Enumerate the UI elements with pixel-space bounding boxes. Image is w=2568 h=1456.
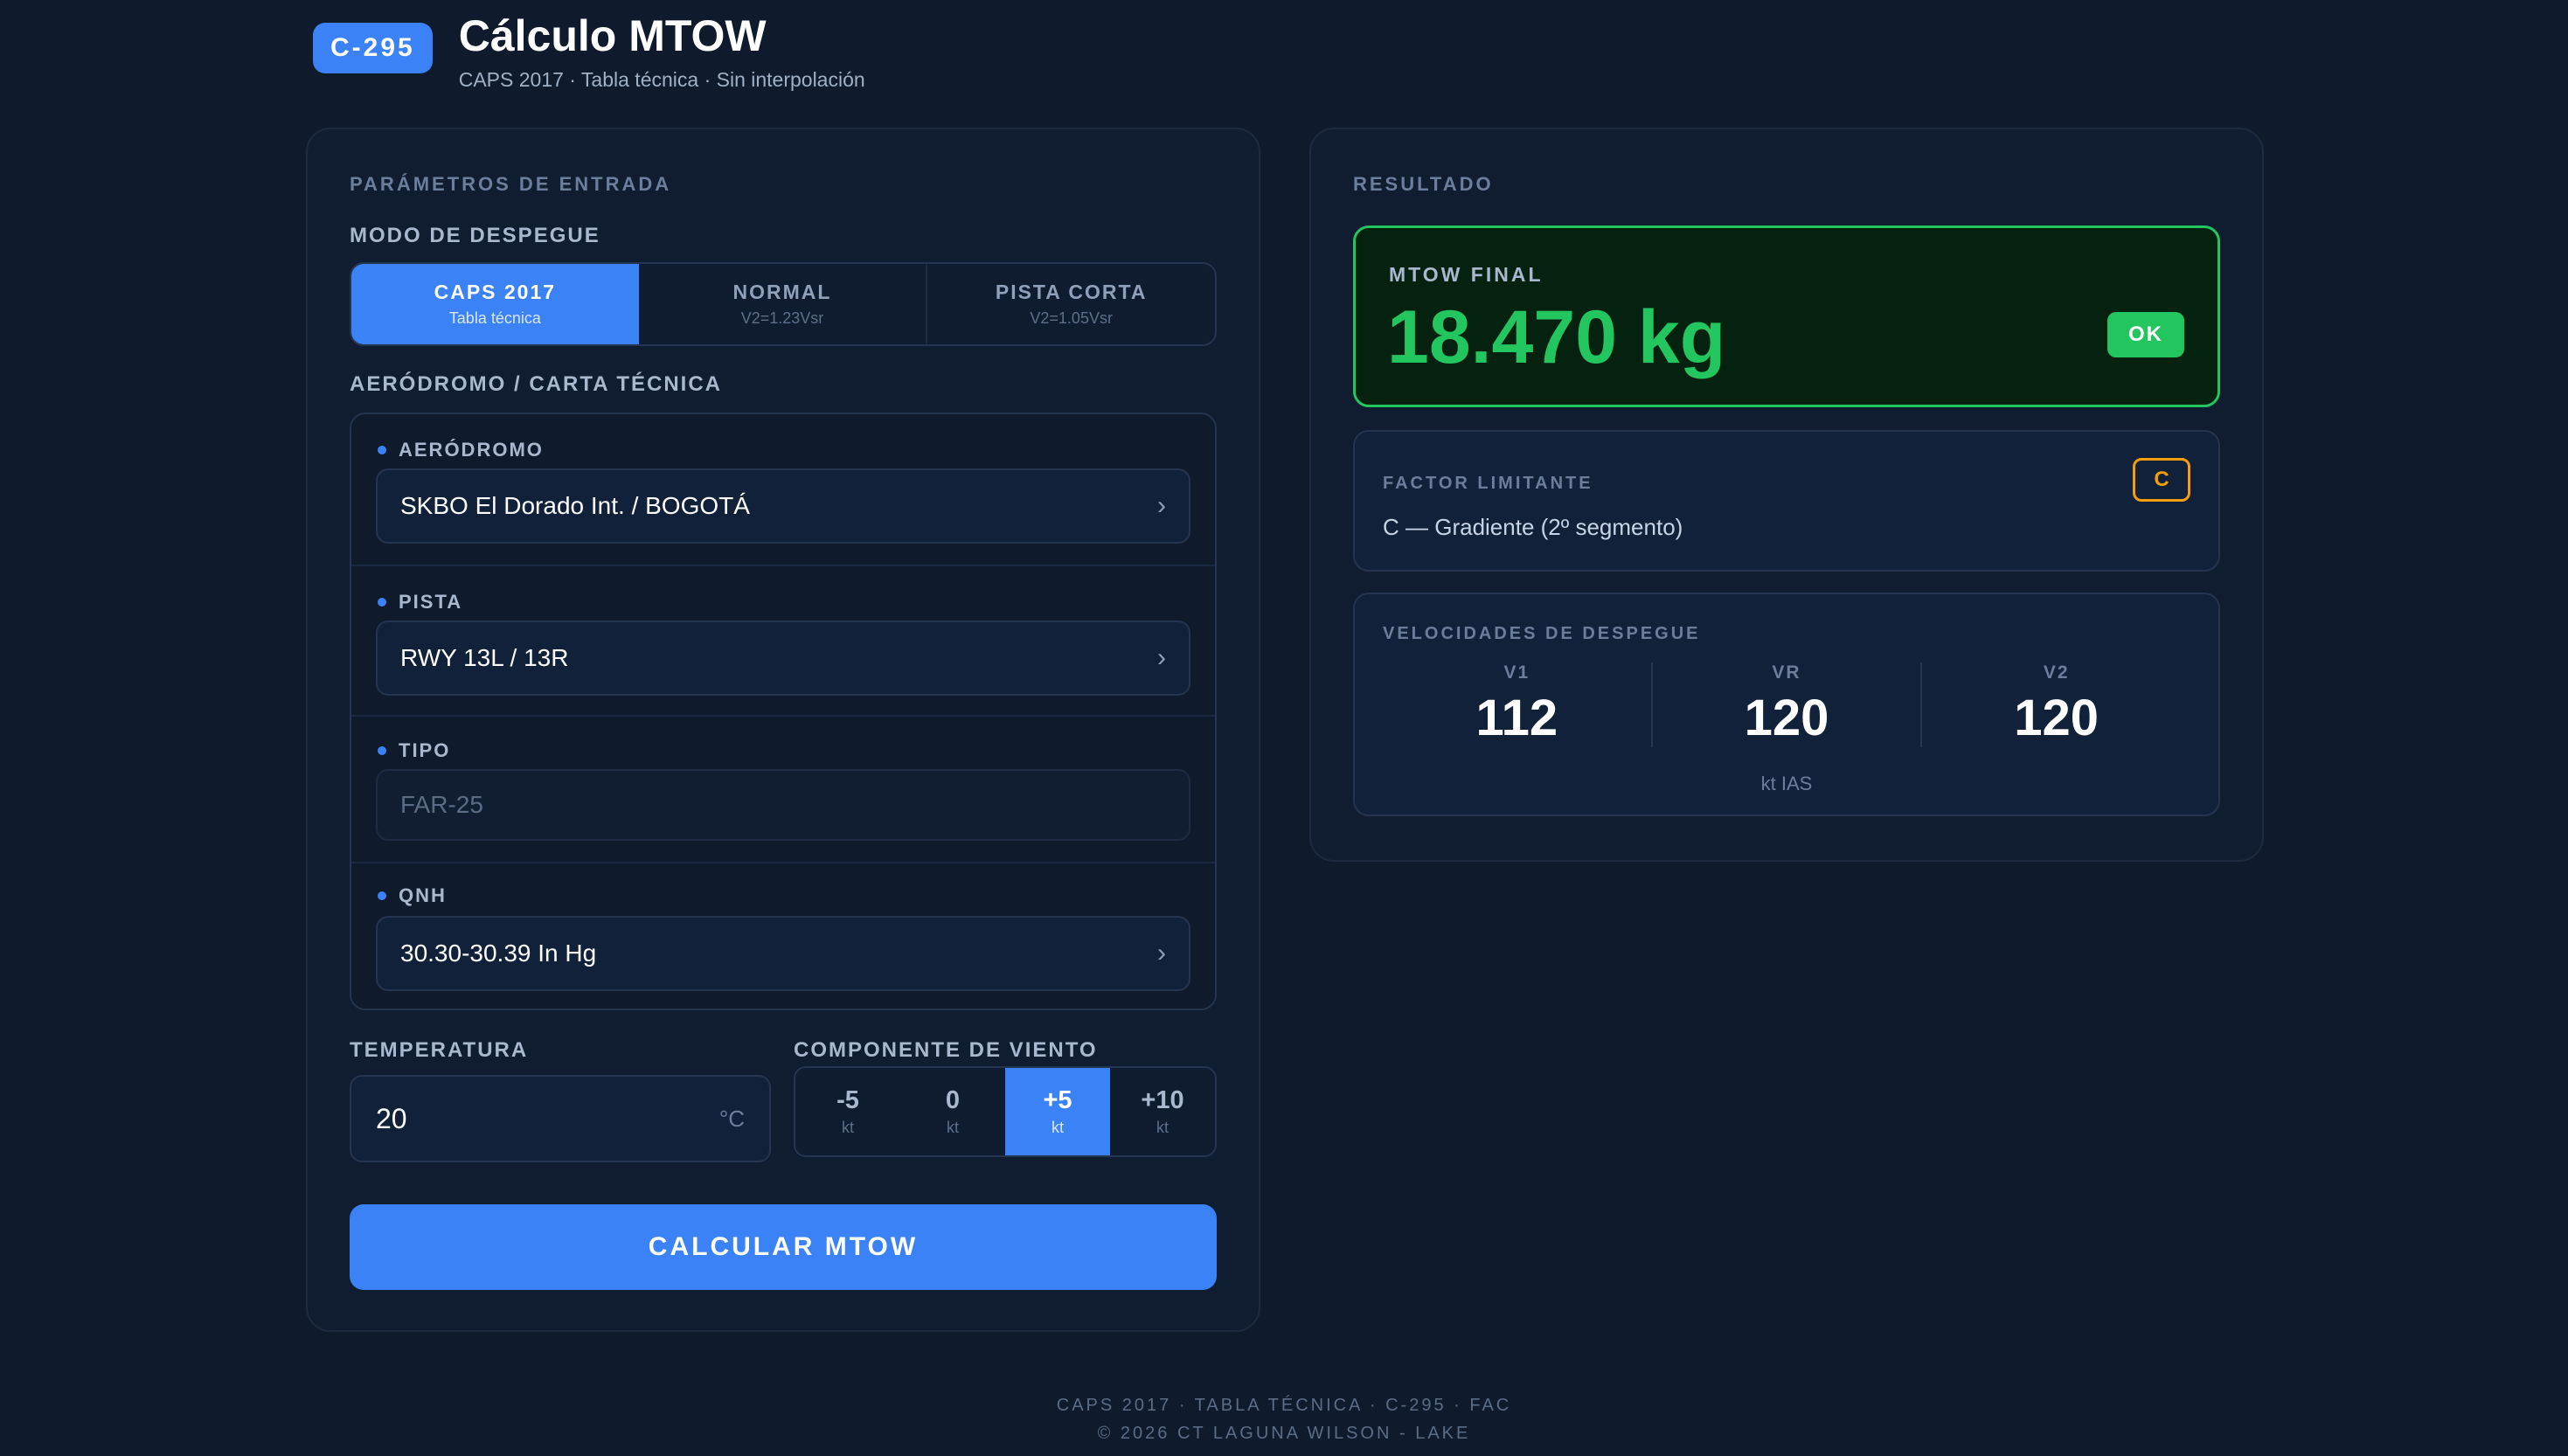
required-dot-icon [378,891,386,900]
limit-code-badge: C [2133,458,2190,502]
required-dot-icon [378,446,386,454]
qnh-label-text: QNH [399,884,447,906]
aerodromo-label: AERÓDROMO [378,439,544,461]
wind-option-plus5[interactable]: +5 kt [1005,1068,1110,1155]
footer-line-2: © 2026 CT LAGUNA WILSON - LAKE [1097,1424,1471,1443]
mtow-label: MTOW FINAL [1389,263,1544,286]
result-panel: RESULTADO MTOW FINAL 18.470 kg OK FACTOR… [1309,128,2264,862]
speeds-unit: kt IAS [1760,773,1813,794]
mtow-value: 18.470 kg [1387,295,1726,379]
takeoff-mode-tabs: CAPS 2017 Tabla técnica NORMAL V2=1.23Vs… [350,262,1217,346]
takeoff-speeds-card: VELOCIDADES DE DESPEGUE V1 112 VR 120 V2… [1353,593,2220,816]
pista-label: PISTA [378,591,462,614]
speed-vr: VR 120 [1650,662,1921,747]
wind-option-value: 0 [945,1086,961,1114]
temperature-value: 20 [376,1102,407,1134]
speed-name: VR [1772,662,1801,683]
aerodromo-field: AERÓDROMO SKBO El Dorado Int. / BOGOTÁ › [351,414,1215,565]
temperature-input[interactable]: 20 °C [350,1075,771,1162]
wind-option-value: +5 [1043,1086,1072,1114]
mode-tab-title: CAPS 2017 [434,281,557,303]
qnh-label: QNH [378,884,447,907]
mode-label: MODO DE DESPEGUE [350,224,600,247]
mode-tab-subtitle: Tabla técnica [448,309,541,327]
wind-option-plus10[interactable]: +10 kt [1110,1068,1215,1155]
wind-option-unit: kt [841,1119,854,1136]
limit-label: FACTOR LIMITANTE [1383,474,1593,493]
wind-label: COMPONENTE DE VIENTO [794,1038,1098,1062]
mode-tab-title: PISTA CORTA [995,281,1148,303]
wind-option-unit: kt [1156,1119,1169,1136]
page-title: Cálculo MTOW [458,11,767,60]
mode-tab-normal[interactable]: NORMAL V2=1.23Vsr [639,264,927,344]
temperature-unit: °C [718,1105,745,1132]
wind-option-0[interactable]: 0 kt [900,1068,1005,1155]
required-dot-icon [378,746,386,755]
aero-group-label: AERÓDROMO / CARTA TÉCNICA [350,372,722,396]
app-page: C-295 Cálculo MTOW CAPS 2017 · Tabla téc… [0,0,2568,1456]
title-block: Cálculo MTOW CAPS 2017 · Tabla técnica ·… [459,9,865,92]
mode-tab-subtitle: V2=1.23Vsr [740,309,824,327]
input-section-title: PARÁMETROS DE ENTRADA [350,173,672,195]
tipo-label: TIPO [378,739,450,762]
mode-tab-short-runway[interactable]: PISTA CORTA V2=1.05Vsr [926,264,1215,344]
input-panel: PARÁMETROS DE ENTRADA MODO DE DESPEGUE C… [306,128,1260,1332]
status-badge: OK [2107,312,2184,357]
result-section-title: RESULTADO [1353,173,1494,195]
chevron-right-icon: › [1157,643,1166,672]
chevron-right-icon: › [1157,939,1166,967]
limiting-factor-card: FACTOR LIMITANTE C — Gradiente (2º segme… [1353,430,2220,572]
mode-tab-subtitle: V2=1.05Vsr [1030,309,1113,327]
wind-option-minus5[interactable]: -5 kt [795,1068,900,1155]
footer-line-1: CAPS 2017 · TABLA TÉCNICA · C-295 · FAC [1056,1396,1512,1415]
speeds-title: VELOCIDADES DE DESPEGUE [1383,624,1701,643]
pista-value: RWY 13L / 13R [400,644,569,671]
pista-label-text: PISTA [399,591,463,613]
wind-option-unit: kt [1051,1119,1064,1136]
pista-field: PISTA RWY 13L / 13R › [351,565,1215,715]
aerodromo-select[interactable]: SKBO El Dorado Int. / BOGOTÁ › [376,468,1190,544]
tipo-label-text: TIPO [399,739,451,761]
speed-name: V1 [1503,662,1530,683]
speed-value: 112 [1475,690,1558,746]
limit-value: C — Gradiente (2º segmento) [1383,514,1683,540]
page-subtitle: CAPS 2017 · Tabla técnica · Sin interpol… [458,68,865,91]
speed-v2: V2 120 [1920,662,2190,747]
mtow-result-card: MTOW FINAL 18.470 kg OK [1353,225,2220,407]
mode-tab-title: NORMAL [732,281,832,303]
speed-value: 120 [2014,690,2100,746]
tipo-field: TIPO FAR-25 [351,715,1215,862]
calculate-mtow-button[interactable]: CALCULAR MTOW [350,1204,1217,1290]
required-dot-icon [378,598,386,607]
aircraft-badge: C-295 [313,23,433,73]
page-header: C-295 Cálculo MTOW CAPS 2017 · Tabla téc… [313,9,865,92]
wind-option-value: +10 [1141,1086,1184,1114]
aerodromo-value: SKBO El Dorado Int. / BOGOTÁ [400,492,750,519]
speeds-row: V1 112 VR 120 V2 120 [1355,662,2218,747]
speed-v1: V1 112 [1383,662,1651,747]
pista-select[interactable]: RWY 13L / 13R › [376,621,1190,696]
qnh-value: 30.30-30.39 In Hg [400,939,597,967]
wind-option-unit: kt [946,1119,959,1136]
page-footer: CAPS 2017 · TABLA TÉCNICA · C-295 · FAC … [0,1391,2568,1447]
mode-tab-caps[interactable]: CAPS 2017 Tabla técnica [351,264,639,344]
speed-name: V2 [2043,662,2070,683]
temperature-label: TEMPERATURA [350,1038,529,1062]
tipo-select: FAR-25 [376,769,1190,841]
speed-value: 120 [1744,690,1829,746]
tipo-value: FAR-25 [400,791,483,818]
aerodromo-label-text: AERÓDROMO [399,439,544,461]
wind-option-value: -5 [836,1086,859,1114]
wind-component-selector: -5 kt 0 kt +5 kt +10 kt [794,1066,1217,1157]
qnh-select[interactable]: 30.30-30.39 In Hg › [376,916,1190,991]
qnh-field: QNH 30.30-30.39 In Hg › [351,862,1215,1009]
chevron-right-icon: › [1157,491,1166,520]
aerodrome-card: AERÓDROMO SKBO El Dorado Int. / BOGOTÁ ›… [350,413,1217,1010]
